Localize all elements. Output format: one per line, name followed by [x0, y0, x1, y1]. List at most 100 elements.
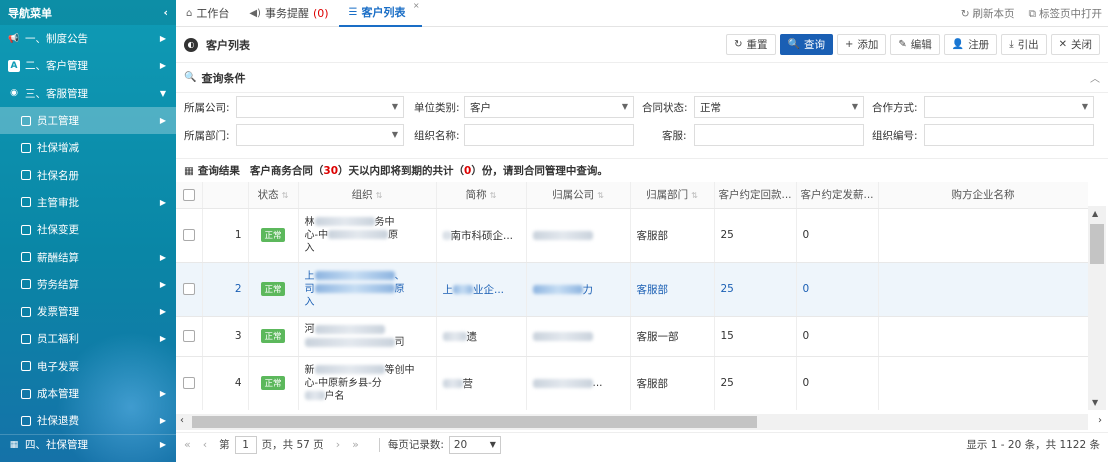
column-header-abbr[interactable]: 简称 ⇅	[436, 182, 527, 209]
payment-days-cell: 25	[714, 356, 797, 410]
query-row-2: 所属部门: ▼ 组织名称: 客服: 组织编号:	[176, 124, 1108, 150]
payment-days-cell: 15	[714, 316, 797, 357]
sidebar-item-insurance-change[interactable]: 社保增减	[0, 134, 176, 161]
company-label: 所属公司:	[184, 101, 230, 114]
download-icon: ⤓	[1009, 39, 1014, 50]
sidebar-group-label: 一、制度公告	[25, 33, 88, 46]
next-page-icon[interactable]: ›	[336, 438, 340, 451]
tab-customer-list[interactable]: ☰ 客户列表 ×	[338, 0, 422, 27]
sort-icon: ⇅	[375, 191, 383, 201]
row-checkbox[interactable]	[176, 356, 203, 410]
service-input[interactable]	[694, 124, 864, 146]
row-checkbox[interactable]	[176, 262, 203, 317]
unit-type-select[interactable]: 客户 ▼	[464, 96, 634, 118]
megaphone-icon: 📢	[8, 33, 20, 44]
result-msg-pre: 客户商务合同（	[249, 165, 324, 177]
chevron-up-icon[interactable]: ︿	[1090, 70, 1100, 85]
prev-page-icon[interactable]: ‹	[203, 438, 207, 451]
close-button[interactable]: ✕ 关闭	[1050, 34, 1100, 55]
column-header-dept[interactable]: 归属部门 ⇅	[630, 182, 715, 209]
table-row[interactable]: 3 正常 河 司 遗 客服一部 15 0	[176, 316, 1088, 357]
square-icon	[20, 388, 32, 400]
query-button[interactable]: 🔍 查询	[779, 34, 833, 55]
close-icon[interactable]: ×	[413, 1, 420, 10]
sidebar-item-refund[interactable]: 社保退费 ▶	[0, 407, 176, 434]
vertical-scrollbar[interactable]: ▲ ▼	[1088, 206, 1106, 410]
tab-reminder[interactable]: ◀) 事务提醒 (0)	[239, 0, 338, 27]
sidebar-group-customers[interactable]: A 二、客户管理 ▶	[0, 52, 176, 79]
sidebar-item-insurance-modify[interactable]: 社保变更	[0, 216, 176, 243]
scroll-left-icon[interactable]: ‹	[180, 415, 184, 426]
open-in-tab-link[interactable]: ⧉ 标签页中打开	[1029, 6, 1103, 21]
row-checkbox[interactable]	[176, 208, 203, 263]
row-index: 1	[202, 208, 249, 263]
scroll-right-icon[interactable]: ›	[1098, 415, 1102, 426]
edit-button[interactable]: ✎ 编辑	[890, 34, 940, 55]
sidebar-item-invoice[interactable]: 发票管理 ▶	[0, 298, 176, 325]
department-select[interactable]: ▼	[236, 124, 404, 146]
register-button[interactable]: 👤 注册	[943, 34, 998, 55]
column-header-company[interactable]: 归属公司 ⇅	[526, 182, 631, 209]
chevron-right-icon: ▶	[159, 389, 166, 398]
company-select[interactable]: ▼	[236, 96, 404, 118]
sidebar-item-e-invoice[interactable]: 电子发票	[0, 353, 176, 380]
coop-mode-select[interactable]: ▼	[924, 96, 1094, 118]
sidebar-group-service[interactable]: ◉ 三、客服管理 ▼	[0, 80, 176, 107]
tab-workbench[interactable]: ⌂ 工作台	[176, 0, 239, 27]
horizontal-scrollbar[interactable]: ‹ ›	[176, 414, 1102, 430]
column-header-payment-days[interactable]: 客户约定回款...	[714, 182, 797, 209]
org-cell: 河 司	[298, 316, 437, 357]
page-size-label: 每页记录数:	[387, 439, 444, 451]
toolbar: ↻ 重置 🔍 查询 + 添加 ✎ 编辑 👤 注册 ⤓ 引出 ✕ 关闭	[726, 34, 1100, 55]
sidebar-item-labor[interactable]: 劳务结算 ▶	[0, 271, 176, 298]
total-pages-label: 页，共 57 页	[261, 439, 324, 451]
list-icon: ☰	[348, 6, 358, 18]
sidebar-item-label: 发票管理	[37, 306, 79, 319]
select-all-checkbox[interactable]	[176, 182, 203, 209]
square-icon	[20, 415, 32, 427]
column-header-org[interactable]: 组织 ⇅	[298, 182, 437, 209]
column-header-buyer[interactable]: 购方企业名称	[878, 182, 1088, 209]
sort-icon: ⇅	[691, 191, 698, 201]
org-code-input[interactable]	[924, 124, 1094, 146]
dept-cell: 客服部	[630, 262, 715, 317]
table-row[interactable]: 2 正常 上、 司原 入 上业企... 力 客服部 25 0	[176, 262, 1088, 317]
add-button[interactable]: + 添加	[836, 34, 887, 55]
sidebar-item-employee[interactable]: 员工管理 ▶	[0, 106, 176, 135]
page-input[interactable]: 1	[234, 435, 257, 454]
table-row[interactable]: 1 正常 林务中 心-中原 入 南市科硕企... 客服部 25 0	[176, 208, 1088, 263]
query-row-1: 所属公司: ▼ 单位类别: 客户 ▼ 合同状态: 正常 ▼ 合作方式: ▼	[176, 96, 1108, 122]
refresh-page-link[interactable]: ↻ 刷新本页	[961, 6, 1015, 21]
first-page-icon[interactable]: «	[184, 438, 191, 451]
contract-status-select[interactable]: 正常 ▼	[694, 96, 864, 118]
last-page-icon[interactable]: »	[352, 438, 359, 451]
row-index: 2	[202, 262, 249, 317]
column-header-salary-days[interactable]: 客户约定发薪...	[796, 182, 879, 209]
status-badge: 正常	[248, 208, 299, 263]
scroll-thumb[interactable]	[1090, 224, 1104, 264]
scroll-thumb[interactable]	[192, 416, 757, 428]
chevron-left-icon[interactable]: ‹	[163, 6, 168, 19]
sidebar-item-label: 成本管理	[37, 388, 79, 400]
chevron-right-icon: ▶	[159, 279, 166, 289]
sidebar-group-announcements[interactable]: 📢 一、制度公告 ▶	[0, 25, 176, 52]
sidebar-item-welfare[interactable]: 员工福利 ▶	[0, 325, 176, 352]
scroll-up-icon[interactable]: ▲	[1092, 209, 1098, 218]
sidebar-item-cost[interactable]: 成本管理 ▶	[0, 380, 176, 407]
sidebar-group-insurance[interactable]: ▦ 四、社保管理 ▶	[0, 434, 176, 454]
scroll-down-icon[interactable]: ▼	[1092, 398, 1098, 407]
table-row[interactable]: 4 正常 新等创中 心-中原新乡县-分 户名 营 ... 客服部 25 0	[176, 356, 1088, 410]
export-button[interactable]: ⤓ 引出	[1001, 34, 1047, 55]
page-size-select[interactable]: 20 ▼	[448, 435, 501, 454]
reset-button[interactable]: ↻ 重置	[726, 34, 776, 55]
dept-cell: 客服部	[630, 356, 715, 410]
sidebar-item-approval[interactable]: 主管审批 ▶	[0, 189, 176, 216]
sidebar-item-salary[interactable]: 薪酬结算 ▶	[0, 243, 176, 270]
org-name-input[interactable]	[464, 124, 634, 146]
org-name-label: 组织名称:	[414, 129, 460, 142]
sidebar-item-insurance-roster[interactable]: 社保名册	[0, 161, 176, 188]
tab-bar: ⌂ 工作台 ◀) 事务提醒 (0) ☰ 客户列表 × ↻ 刷新本页 ⧉ 标签页中打开	[176, 0, 1108, 27]
search-icon: 🔍	[184, 72, 197, 83]
row-checkbox[interactable]	[176, 316, 203, 357]
column-header-status[interactable]: 状态 ⇅	[248, 182, 299, 209]
